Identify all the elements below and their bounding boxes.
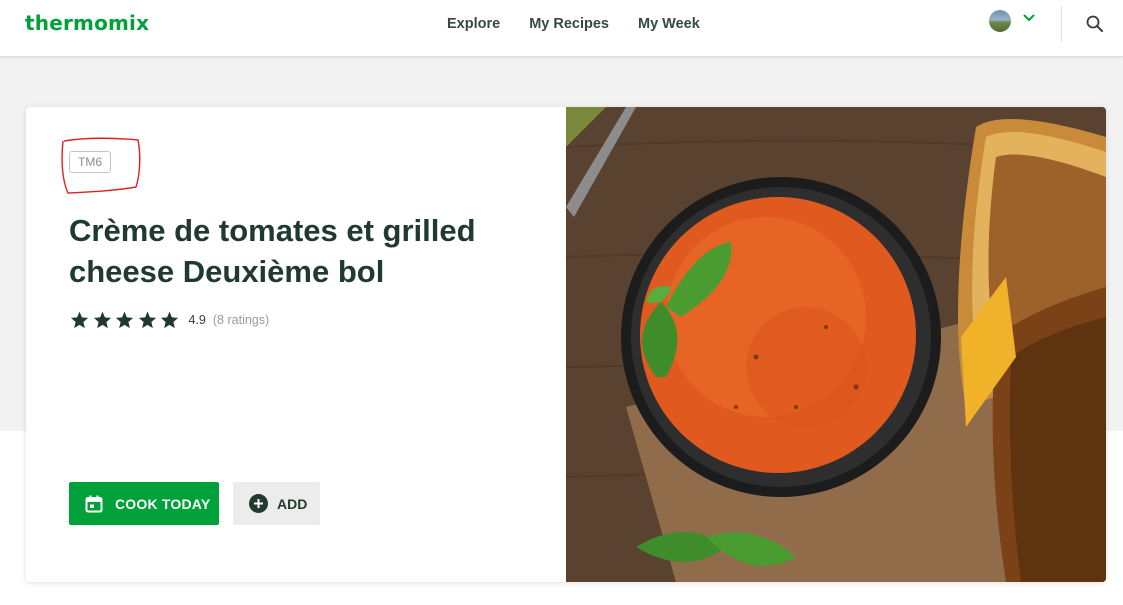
star-icon <box>70 311 89 329</box>
add-label: ADD <box>277 495 308 512</box>
cook-today-label: COOK TODAY <box>115 495 211 512</box>
nav-my-week[interactable]: My Week <box>638 16 700 32</box>
rating-stars <box>69 310 182 330</box>
top-navigation-bar: thermomix Explore My Recipes My Week <box>0 0 1123 57</box>
star-icon <box>160 311 179 329</box>
main-nav: Explore My Recipes My Week <box>447 16 729 32</box>
nav-explore[interactable]: Explore <box>447 16 500 32</box>
star-icon <box>138 311 156 329</box>
header-divider <box>1061 6 1062 42</box>
recipe-photo <box>566 107 1106 582</box>
chevron-down-icon[interactable] <box>1022 11 1036 25</box>
rating-value: 4.9 <box>188 313 206 327</box>
calendar-icon <box>85 495 103 512</box>
search-icon[interactable] <box>1085 14 1105 34</box>
cook-today-button[interactable]: COOK TODAY <box>69 482 219 525</box>
star-icon <box>93 311 111 329</box>
add-button[interactable]: ADD <box>233 482 320 525</box>
user-avatar[interactable] <box>989 10 1011 32</box>
rating-count[interactable]: (8 ratings) <box>213 313 269 327</box>
plus-circle-icon <box>249 494 268 513</box>
recipe-title: Crème de tomates et grilled cheese Deuxi… <box>69 213 476 289</box>
recipe-rating: 4.9 (8 ratings) <box>69 310 269 330</box>
annotation-highlight <box>61 137 141 194</box>
thermomix-logo[interactable]: thermomix <box>25 11 149 35</box>
star-icon <box>115 311 134 329</box>
nav-my-recipes[interactable]: My Recipes <box>529 16 609 32</box>
recipe-hero-card: TM6 Crème de tomates et grilled cheese D… <box>26 107 1106 582</box>
